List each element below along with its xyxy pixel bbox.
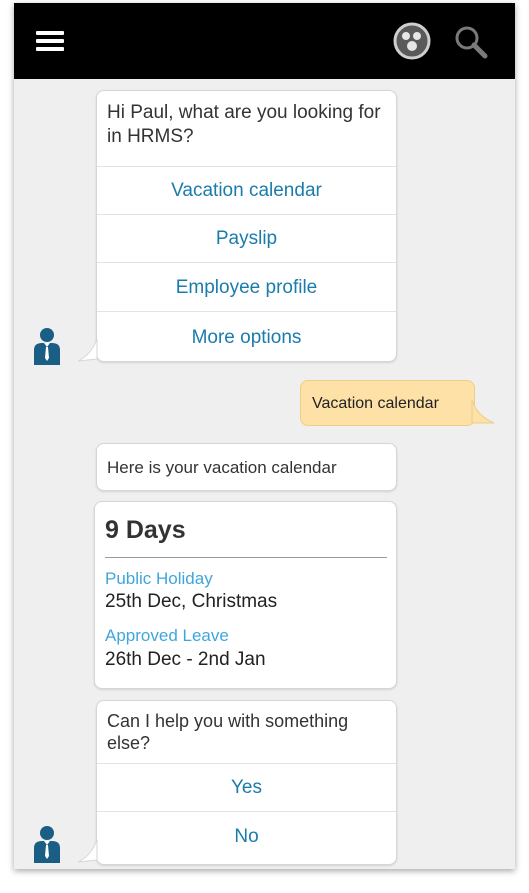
option-no[interactable]: No [97,811,396,865]
user-reply-text: Vacation calendar [312,395,439,412]
approved-leave-value: 26th Dec - 2nd Jan [105,649,266,670]
option-payslip[interactable]: Payslip [97,214,396,262]
user-avatar-icon[interactable] [393,22,431,60]
user-reply-bubble: Vacation calendar [300,380,475,426]
vacation-total-days: 9 Days [105,516,186,544]
option-yes[interactable]: Yes [97,763,396,811]
search-icon[interactable] [453,24,489,60]
followup-question: Can I help you with something else? [107,711,349,753]
vacation-intro-text: Here is your vacation calendar [107,458,337,477]
followup-bubble: Can I help you with something else? Yes … [96,700,397,865]
greeting-bubble-tail [78,339,98,362]
public-holiday-value: 25th Dec, Christmas [105,591,278,612]
vacation-card: 9 Days Public Holiday 25th Dec, Christma… [94,501,397,689]
user-bubble-tail [471,400,495,424]
greeting-question: Hi Paul, what are you looking for in HRM… [107,102,381,147]
greeting-bubble: Hi Paul, what are you looking for in HRM… [96,90,397,362]
chat-screen: Hi Paul, what are you looking for in HRM… [14,3,515,869]
top-bar [14,3,515,79]
public-holiday-label: Public Holiday [105,569,213,588]
approved-leave-label: Approved Leave [105,626,229,645]
vacation-intro-bubble: Here is your vacation calendar [96,443,397,491]
hamburger-menu-icon[interactable] [36,29,66,53]
option-more-options[interactable]: More options [97,311,396,362]
option-vacation-calendar[interactable]: Vacation calendar [97,166,396,214]
followup-bubble-tail [78,840,98,863]
card-divider [105,557,387,558]
option-employee-profile[interactable]: Employee profile [97,262,396,311]
bot-avatar-icon [33,327,61,365]
bot-avatar-icon [33,825,61,863]
